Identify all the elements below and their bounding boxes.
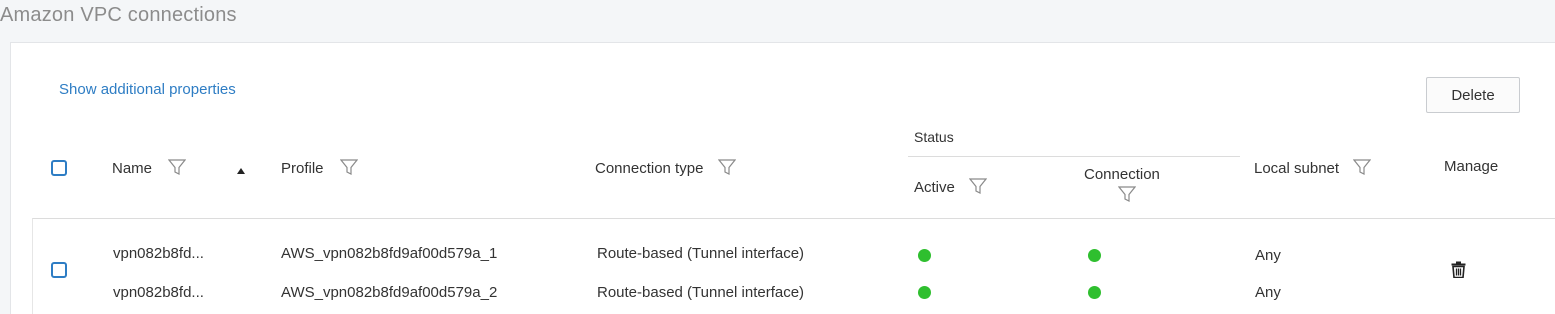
column-header-connection-type[interactable]: Connection type: [595, 158, 736, 180]
sort-ascending-icon[interactable]: [237, 168, 245, 174]
cell-local-subnet: Any: [1255, 284, 1281, 301]
trash-icon[interactable]: [1451, 261, 1466, 283]
column-header-local-subnet-label: Local subnet: [1254, 159, 1340, 177]
filter-icon[interactable]: [717, 158, 736, 180]
show-additional-properties-link[interactable]: Show additional properties: [59, 81, 236, 98]
cell-profile: AWS_vpn082b8fd9af00d579a_1: [281, 245, 498, 262]
connection-status-dot: [1088, 249, 1101, 262]
filter-icon[interactable]: [968, 177, 988, 199]
column-header-profile-label: Profile: [281, 159, 324, 177]
column-header-manage: Manage: [1444, 158, 1499, 175]
column-header-connection[interactable]: Connection: [1084, 166, 1160, 207]
cell-profile: AWS_vpn082b8fd9af00d579a_2: [281, 284, 498, 301]
filter-icon[interactable]: [339, 158, 358, 180]
filter-icon[interactable]: [1095, 185, 1160, 207]
connection-status-dot: [1088, 286, 1101, 299]
column-header-active-label: Active: [914, 178, 955, 196]
active-status-dot: [918, 286, 931, 299]
page-title: Amazon VPC connections: [0, 4, 237, 26]
column-group-status: Status: [914, 129, 954, 145]
active-status-dot: [918, 249, 931, 262]
cell-local-subnet: Any: [1255, 247, 1281, 264]
filter-icon[interactable]: [1353, 158, 1372, 180]
column-header-connection-type-label: Connection type: [595, 159, 704, 177]
cell-connection-type: Route-based (Tunnel interface): [597, 245, 805, 262]
status-divider: [908, 156, 1240, 157]
column-header-name[interactable]: Name: [112, 158, 187, 180]
column-header-profile[interactable]: Profile: [281, 158, 358, 180]
row-checkbox[interactable]: [51, 262, 67, 278]
cell-connection-type: Route-based (Tunnel interface): [597, 284, 805, 301]
column-header-name-label: Name: [112, 159, 153, 177]
column-header-local-subnet[interactable]: Local subnet: [1254, 158, 1372, 180]
filter-icon[interactable]: [167, 158, 187, 180]
cell-name: vpn082b8fd...: [113, 245, 204, 262]
select-all-checkbox[interactable]: [51, 160, 67, 176]
column-header-connection-label: Connection: [1084, 166, 1160, 183]
cell-name: vpn082b8fd...: [113, 284, 204, 301]
column-header-active[interactable]: Active: [914, 177, 988, 199]
delete-button[interactable]: Delete: [1426, 77, 1520, 113]
